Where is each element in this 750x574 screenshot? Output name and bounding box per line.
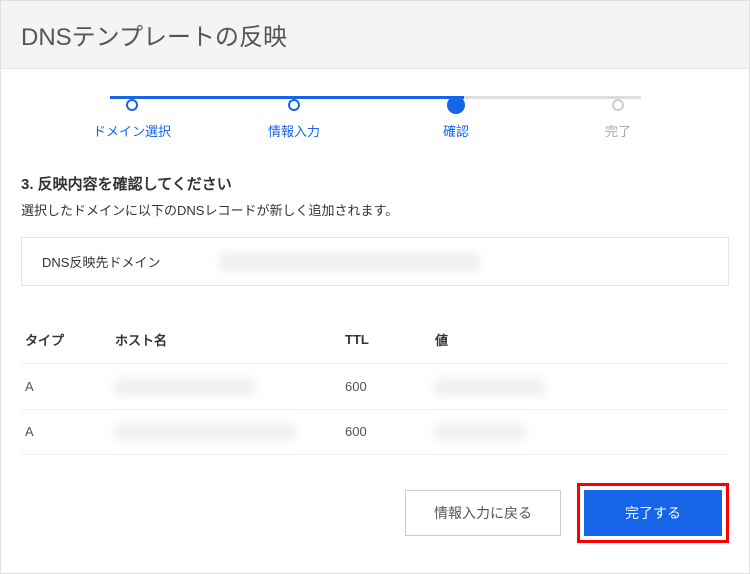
step-complete: 完了 [537,99,699,140]
cell-value [435,378,725,395]
cell-type: A [25,379,115,394]
step-circle-icon [288,99,300,111]
page-title: DNSテンプレートの反映 [21,17,729,52]
step-confirm: 確認 [375,99,537,140]
step-line [287,96,464,99]
cell-ttl: 600 [345,379,435,394]
cell-host [115,424,345,441]
cell-value [435,424,725,441]
highlight-box: 完了する [577,483,729,543]
domain-box: DNS反映先ドメイン [21,237,729,286]
step-label: ドメイン選択 [93,121,171,140]
step-circle-icon [126,99,138,111]
back-button[interactable]: 情報入力に戻る [405,490,561,536]
table-header: タイプ ホスト名 TTL 値 [21,316,729,364]
section-title: 3. 反映内容を確認してください [21,173,729,194]
col-header-ttl: TTL [345,332,435,347]
content: ドメイン選択 情報入力 確認 完了 3. 反映内容を確認してください 選択したド… [1,69,749,573]
actions: 情報入力に戻る 完了する [21,483,729,543]
cell-ttl: 600 [345,424,435,439]
domain-box-value [220,253,480,271]
stepper: ドメイン選択 情報入力 確認 完了 [21,89,729,148]
step-info-input: 情報入力 [213,99,375,140]
step-line [110,96,287,99]
col-header-type: タイプ [25,330,115,349]
step-label: 完了 [605,121,631,140]
step-line [464,96,641,99]
col-header-host: ホスト名 [115,330,345,349]
domain-box-label: DNS反映先ドメイン [42,252,160,271]
col-header-value: 値 [435,330,725,349]
section-description: 選択したドメインに以下のDNSレコードが新しく追加されます。 [21,200,729,219]
cell-type: A [25,424,115,439]
complete-button[interactable]: 完了する [584,490,722,536]
step-circle-icon [612,99,624,111]
header: DNSテンプレートの反映 [1,1,749,69]
records-table: タイプ ホスト名 TTL 値 A 600 A 600 [21,316,729,455]
table-row: A 600 [21,364,729,410]
table-row: A 600 [21,410,729,456]
step-label: 確認 [443,121,469,140]
step-label: 情報入力 [268,121,320,140]
step-circle-icon [447,96,465,114]
cell-host [115,378,345,395]
step-domain-select: ドメイン選択 [51,99,213,140]
